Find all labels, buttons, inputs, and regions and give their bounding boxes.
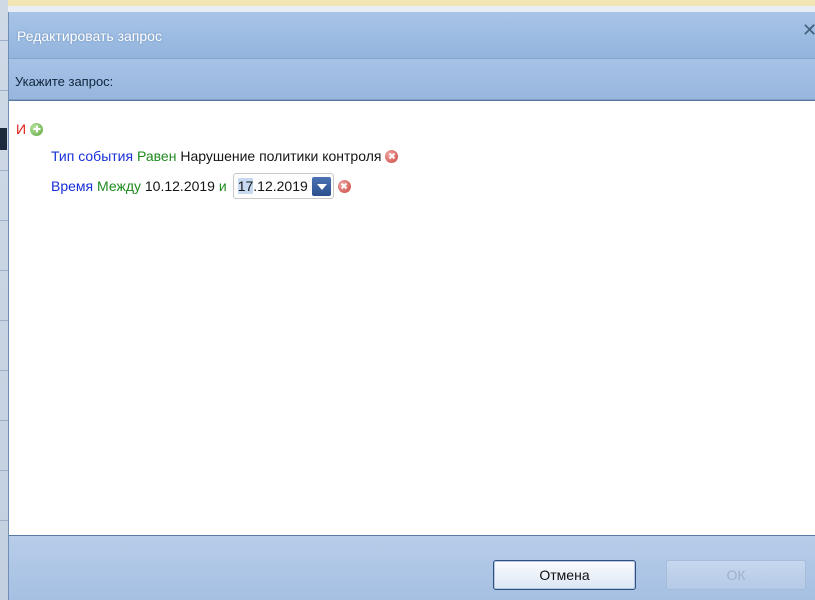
condition-joiner: и bbox=[218, 178, 227, 194]
date-to-selected-part[interactable]: 17 bbox=[237, 178, 254, 194]
add-condition-icon[interactable] bbox=[30, 122, 44, 136]
ok-button[interactable]: ОК bbox=[666, 560, 806, 590]
prompt-bar: Укажите запрос: bbox=[9, 59, 815, 100]
prompt-label: Укажите запрос: bbox=[15, 74, 114, 89]
chevron-down-icon[interactable] bbox=[311, 176, 331, 196]
cancel-button[interactable]: Отмена bbox=[493, 560, 636, 590]
date-to-field[interactable]: 17.12.2019 bbox=[232, 173, 334, 199]
background-window-top bbox=[0, 0, 815, 6]
dialog-footer: Отмена ОК bbox=[9, 536, 815, 600]
remove-condition-icon[interactable] bbox=[385, 149, 399, 163]
condition-row: Тип события Равен Нарушение политики кон… bbox=[51, 148, 399, 164]
date-to-rest[interactable]: .12.2019 bbox=[253, 178, 308, 194]
condition-row: Время Между 10.12.2019 и 17.12.2019 bbox=[51, 173, 351, 199]
condition-field[interactable]: Время bbox=[51, 178, 93, 194]
query-editor[interactable]: И Тип события Равен Нарушение политики к… bbox=[9, 100, 815, 536]
condition-field[interactable]: Тип события bbox=[51, 148, 133, 164]
condition-value-from[interactable]: 10.12.2019 bbox=[145, 178, 215, 194]
background-window-left bbox=[0, 0, 8, 600]
close-icon[interactable]: ✕ bbox=[802, 20, 815, 41]
condition-value[interactable]: Нарушение политики контроля bbox=[180, 148, 381, 164]
root-operator-row: И bbox=[16, 121, 44, 137]
title-bar[interactable]: Редактировать запрос ✕ bbox=[9, 12, 815, 59]
dialog-title: Редактировать запрос bbox=[17, 28, 162, 44]
condition-comparator[interactable]: Между bbox=[97, 178, 141, 194]
remove-condition-icon[interactable] bbox=[337, 179, 351, 193]
root-operator[interactable]: И bbox=[16, 121, 26, 137]
edit-query-dialog: Редактировать запрос ✕ Укажите запрос: И… bbox=[8, 12, 815, 600]
background-marker bbox=[0, 128, 7, 150]
condition-comparator[interactable]: Равен bbox=[137, 148, 176, 164]
